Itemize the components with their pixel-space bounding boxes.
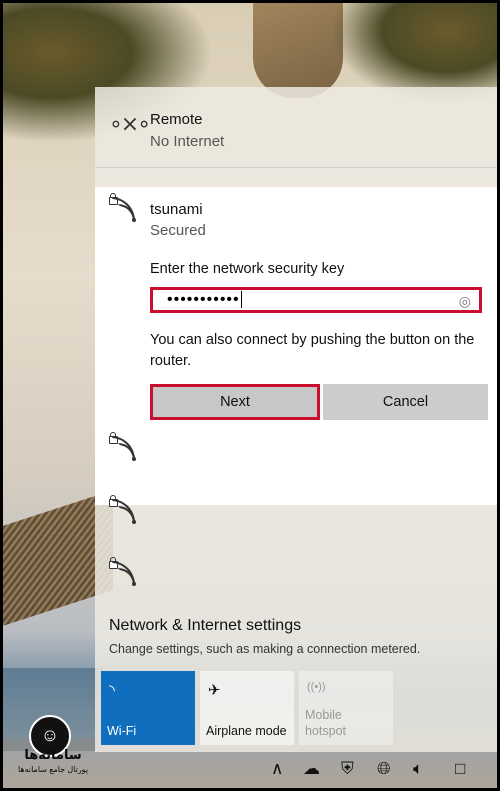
action-center-icon[interactable]: □ (455, 759, 465, 779)
network-name: tsunami (150, 201, 203, 218)
tile-label-line: hotspot (305, 724, 347, 738)
wps-hint: You can also connect by pushing the butt… (150, 332, 475, 369)
wifi-secured-icon (109, 432, 137, 462)
palm-trunk (253, 3, 343, 98)
network-item-remote[interactable]: ∘⨯∘ Remote No Internet (95, 87, 497, 167)
onedrive-icon[interactable]: ☁ (303, 759, 320, 779)
watermark-logo: ☺ سامانه‌ها پورتال جامع سامانه‌ها (9, 715, 97, 777)
watermark-subtitle: پورتال جامع سامانه‌ها (17, 765, 89, 774)
wifi-secured-icon (109, 557, 137, 587)
security-key-label: Enter the network security key (150, 261, 345, 277)
wifi-icon: ◝ (109, 682, 115, 699)
tile-label-line: Mobile (305, 708, 342, 722)
network-item[interactable] (95, 557, 497, 607)
tile-label: Mobile hotspot (305, 707, 346, 739)
network-item[interactable] (95, 432, 497, 482)
airplane-icon: ✈ (208, 682, 221, 699)
hotspot-icon: ((•)) (307, 681, 326, 693)
desktop: ∘⨯∘ Remote No Internet tsunami Secured E… (3, 3, 497, 788)
cancel-button[interactable]: Cancel (323, 384, 488, 420)
defender-icon[interactable]: ⛨ (341, 759, 354, 779)
ethernet-icon: ∘⨯∘ (109, 111, 151, 136)
reveal-password-icon[interactable]: ◎ (459, 293, 471, 310)
wifi-secured-icon (109, 495, 137, 525)
watermark-title: سامانه‌ها (24, 747, 82, 762)
tile-label: Wi-Fi (107, 724, 137, 738)
network-status: No Internet (150, 133, 225, 150)
text-caret (240, 291, 243, 309)
network-name: Remote (150, 111, 203, 128)
network-globe-icon[interactable]: 🌐︎ (377, 759, 391, 779)
tile-label: Airplane mode (206, 724, 287, 738)
mobile-hotspot-tile[interactable]: ((•)) Mobile hotspot (299, 671, 393, 745)
password-mask: ••••••••••• (167, 291, 240, 308)
security-key-input[interactable]: ••••••••••• ◎ (150, 287, 482, 313)
chevron-up-icon[interactable]: ∧ (271, 759, 283, 779)
airplane-mode-tile[interactable]: ✈ Airplane mode (200, 671, 294, 745)
network-settings-subtitle: Change settings, such as making a connec… (109, 642, 421, 656)
network-item[interactable] (95, 495, 497, 545)
next-button[interactable]: Next (150, 384, 320, 420)
network-flyout: ∘⨯∘ Remote No Internet tsunami Secured E… (95, 87, 497, 752)
network-settings-link[interactable]: Network & Internet settings (109, 617, 301, 635)
wifi-toggle-tile[interactable]: ◝ Wi-Fi (101, 671, 195, 745)
divider (95, 167, 497, 168)
volume-icon[interactable]: 🔈︎ (413, 759, 423, 779)
wifi-secured-icon (109, 193, 137, 223)
network-status: Secured (150, 222, 206, 239)
